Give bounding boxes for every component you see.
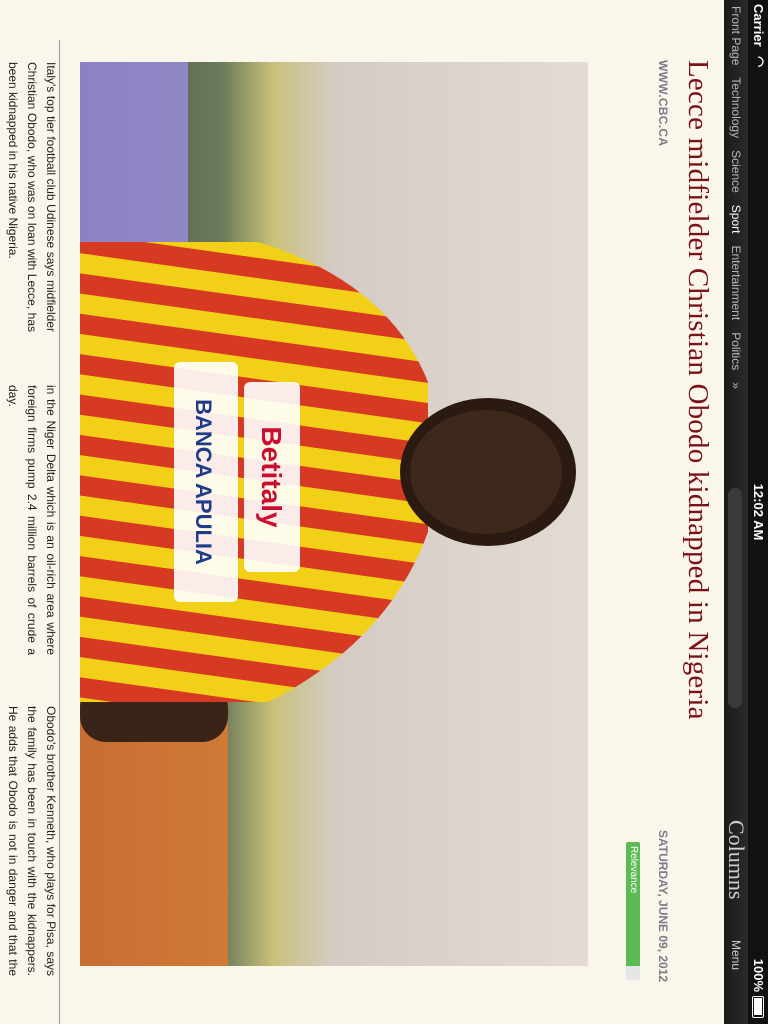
- nav-item-entertainment[interactable]: Entertainment: [729, 239, 743, 326]
- article-date: SATURDAY, JUNE 09, 2012: [656, 830, 670, 983]
- article-column-3: Obodo's brother Kenneth, who plays for P…: [0, 706, 58, 976]
- nav-item-science[interactable]: Science: [729, 144, 743, 199]
- menu-button[interactable]: Menu: [724, 940, 748, 970]
- article-headline[interactable]: Lecce midfielder Christian Obodo kidnapp…: [681, 60, 714, 900]
- nav-items: Front Page Technology Science Sport Entertai…: [724, 0, 748, 395]
- article-column-2: in the Niger Delta which is an oil-rich …: [6, 385, 58, 655]
- app-canvas: Carrier ◠ 12:02 AM 100% Front Page Techno…: [0, 0, 768, 1024]
- article-photo[interactable]: Betitaly BANCA APULIA: [80, 62, 588, 966]
- status-time: 12:02 AM: [751, 483, 766, 541]
- relevance-label: Relevance: [628, 846, 639, 894]
- nav-item-technology[interactable]: Technology: [729, 71, 743, 144]
- article-column-1: Italy's top tier football club Udinese s…: [6, 62, 58, 332]
- nav-item-front-page[interactable]: Front Page: [729, 0, 743, 71]
- nav-more-icon[interactable]: »: [729, 376, 743, 395]
- article-source[interactable]: WWW.CBC.CA: [656, 60, 670, 146]
- nav-bar: Front Page Technology Science Sport Entertai…: [724, 0, 749, 1024]
- nav-item-sport[interactable]: Sport: [729, 199, 743, 240]
- nav-item-politics[interactable]: Politics: [729, 326, 743, 376]
- relevance-bar: Relevance: [626, 842, 640, 980]
- player-photo-illustration: Betitaly BANCA APULIA: [80, 62, 588, 966]
- jersey-sponsor2-text: BANCA APULIA: [191, 399, 216, 565]
- battery-icon: [752, 996, 764, 1018]
- battery-percent: 100%: [751, 958, 766, 992]
- jersey-sponsor-text: Betitaly: [256, 426, 287, 528]
- app-brand: Columns: [724, 820, 749, 900]
- status-bar: Carrier ◠ 12:02 AM 100%: [748, 0, 768, 1024]
- search-field[interactable]: [728, 488, 742, 708]
